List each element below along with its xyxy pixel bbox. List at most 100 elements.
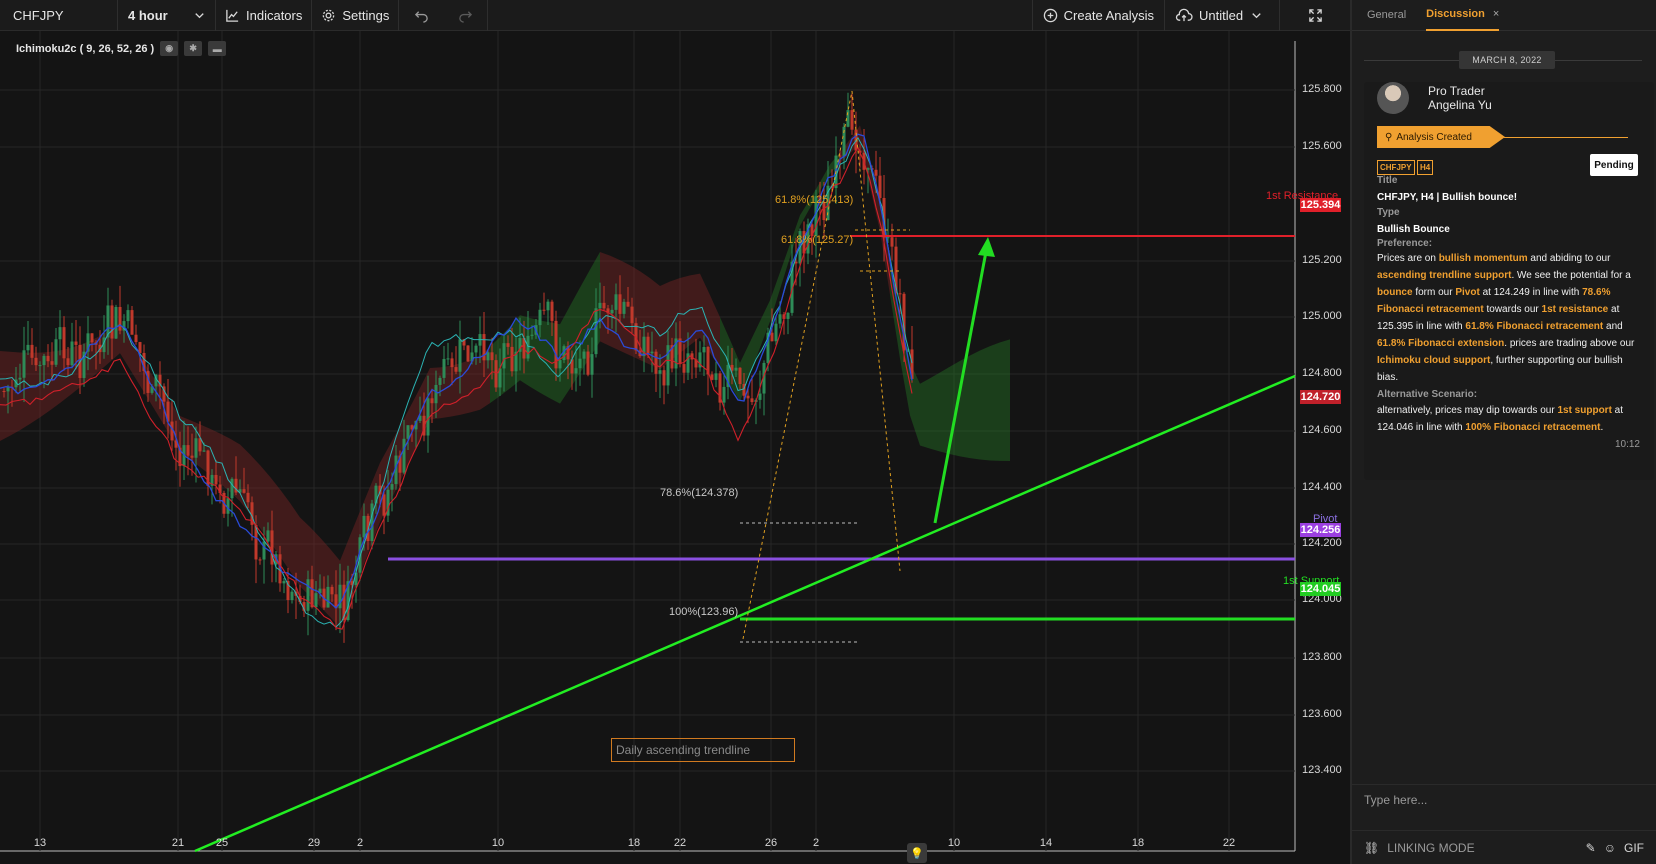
paperclip-icon[interactable]: ✎: [1586, 841, 1596, 855]
settings-button[interactable]: Settings: [312, 0, 400, 31]
candle-body: [758, 393, 762, 400]
candle-body: [734, 367, 738, 371]
fib-50-label: 61.8%(125.27): [781, 234, 854, 246]
candle-body: [614, 294, 618, 310]
candle-body: [370, 503, 374, 542]
title-label: Title: [1377, 175, 1398, 186]
symbol-tag[interactable]: CHFJPY: [1377, 160, 1415, 175]
price-chart[interactable]: Ichimoku2c ( 9, 26, 52, 26 ) ◉ ✱ ▬ 125.8…: [0, 31, 1350, 864]
candle-body: [70, 341, 74, 366]
tab-general[interactable]: General: [1367, 0, 1406, 31]
candle-body: [626, 301, 630, 307]
candle-body: [506, 343, 510, 347]
cloud-segment: [970, 350, 980, 460]
candle-body: [130, 310, 134, 335]
tab-discussion[interactable]: Discussion ×: [1426, 0, 1500, 31]
candle-body: [442, 358, 446, 378]
candle-body: [54, 339, 58, 365]
candle-body: [42, 355, 46, 366]
lightbulb-icon[interactable]: 💡: [907, 843, 927, 863]
gear-icon[interactable]: ✱: [184, 41, 203, 56]
candle-body: [502, 343, 506, 369]
linking-mode-toggle[interactable]: LINKING MODE: [1387, 841, 1577, 855]
cloud-segment: [750, 321, 760, 375]
candle-body: [786, 312, 790, 319]
highlight-term: 1st resistance: [1541, 304, 1609, 315]
avatar[interactable]: [1377, 82, 1409, 114]
timeframe-tag[interactable]: H4: [1417, 160, 1434, 175]
layout-menu-button[interactable]: Untitled: [1165, 0, 1280, 31]
cloud-segment: [930, 372, 940, 452]
candle-body: [446, 358, 450, 360]
cloud-upload-icon: [1175, 8, 1193, 21]
chart-line-icon: [226, 9, 239, 22]
emoji-icon[interactable]: ☺: [1604, 841, 1616, 855]
candle-body: [74, 341, 78, 345]
create-analysis-label: Create Analysis: [1063, 7, 1154, 23]
support-price-tag: 124.045: [1300, 582, 1341, 596]
candle-body: [426, 398, 430, 436]
candle-body: [138, 342, 142, 353]
gear-icon: [323, 9, 335, 21]
candle-body: [850, 110, 854, 130]
highlight-term: Ichimoku cloud support: [1377, 355, 1491, 366]
candle-body: [878, 175, 882, 199]
candle-body: [574, 368, 578, 374]
candle-body: [382, 494, 386, 516]
trash-icon[interactable]: ▬: [208, 41, 227, 56]
plus-circle-icon: [1043, 8, 1057, 22]
price-tick-label: 123.400: [1302, 764, 1342, 776]
tab-discussion-label: Discussion: [1426, 8, 1485, 20]
price-tick-label: 125.800: [1302, 83, 1342, 95]
candle-body: [586, 351, 590, 375]
interval-selector[interactable]: 4 hour: [118, 0, 216, 31]
candle-body: [738, 367, 742, 385]
fullscreen-button[interactable]: [1280, 0, 1350, 31]
indicators-button[interactable]: Indicators: [216, 0, 313, 31]
undo-button[interactable]: [399, 0, 443, 31]
candle-body: [50, 361, 54, 365]
toolbar-spacer: [487, 0, 1031, 31]
cloud-segment: [990, 342, 1000, 461]
trendline-annotation[interactable]: Daily ascending trendline: [611, 738, 795, 762]
redo-button[interactable]: [443, 0, 487, 31]
gif-button[interactable]: GIF: [1624, 841, 1644, 855]
analysis-card: Pro Trader Angelina Yu ⚲ Analysis Create…: [1364, 82, 1654, 480]
status-badge[interactable]: Pending: [1590, 154, 1638, 176]
create-analysis-button[interactable]: Create Analysis: [1031, 0, 1165, 31]
candle-body: [542, 309, 546, 311]
candle-body: [510, 346, 514, 372]
candle-body: [214, 474, 218, 485]
type-label: Type: [1377, 207, 1400, 218]
candle-body: [18, 377, 22, 380]
current-price-tag: 124.720: [1300, 390, 1341, 404]
candle-body: [282, 581, 286, 584]
message-input[interactable]: Type here...: [1352, 784, 1656, 830]
title-value: CHFJPY, H4 | Bullish bounce!: [1377, 192, 1518, 203]
candle-body: [194, 438, 198, 458]
time-tick-label: 2: [356, 837, 364, 849]
analysis-created-banner: ⚲ Analysis Created: [1377, 126, 1505, 148]
eye-icon[interactable]: ◉: [160, 41, 179, 56]
close-icon[interactable]: ×: [1493, 8, 1499, 20]
candle-body: [230, 478, 234, 499]
candle-body: [402, 438, 406, 473]
candle-body: [678, 338, 682, 365]
candle-body: [578, 358, 582, 369]
candle-body: [190, 455, 194, 458]
candle-body: [486, 352, 490, 361]
candle-body: [550, 301, 554, 321]
candle-body: [662, 370, 666, 386]
settings-label: Settings: [342, 7, 390, 23]
preference-text: Prices are on bullish momentum and abidi…: [1377, 250, 1641, 386]
fib-diagonal: [742, 90, 853, 640]
time-tick-label: 18: [627, 837, 641, 849]
pivot-price-tag: 124.256: [1300, 523, 1341, 537]
author-name[interactable]: Angelina Yu: [1428, 98, 1492, 112]
candle-body: [62, 327, 66, 359]
candle-body: [622, 301, 626, 314]
chevron-down-icon: [1252, 12, 1261, 18]
highlight-term: bullish momentum: [1438, 253, 1528, 264]
symbol-selector[interactable]: CHFJPY: [0, 0, 118, 31]
banner-rule: [1504, 137, 1628, 138]
